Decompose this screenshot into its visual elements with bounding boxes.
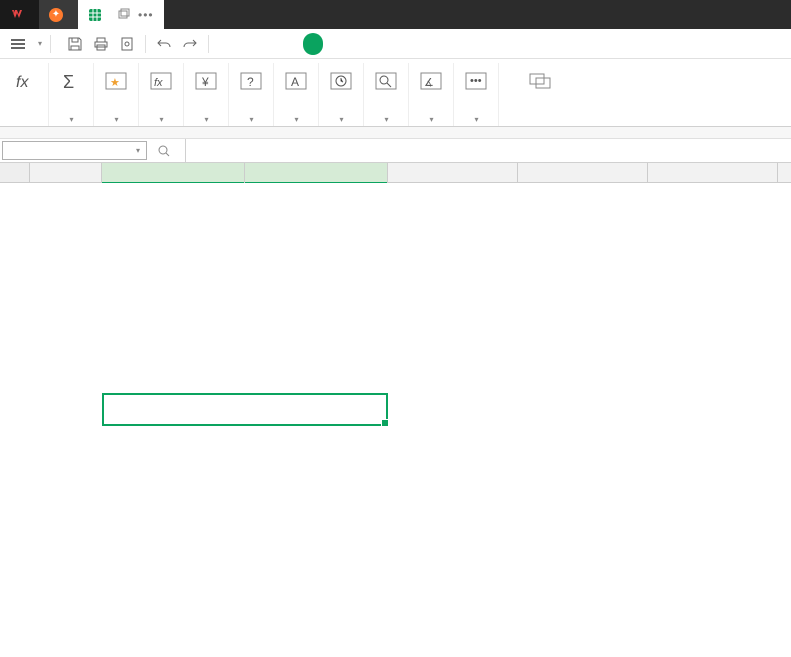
wps-logo-icon <box>10 8 24 22</box>
chevron-down-icon: ▾ <box>249 115 253 124</box>
formula-input[interactable] <box>185 139 791 162</box>
fx-box-icon: fx <box>147 65 175 97</box>
svg-text:Σ: Σ <box>63 72 74 92</box>
svg-text:∡: ∡ <box>424 77 434 89</box>
ribbon-name-manager[interactable] <box>519 63 563 126</box>
col-header-E[interactable] <box>518 163 648 182</box>
ribbon-other-fn[interactable]: ••• ▾ <box>454 63 499 126</box>
ribbon-text-fn[interactable]: A ▾ <box>274 63 319 126</box>
fx-icon: fx <box>12 65 40 97</box>
name-manager-icon <box>527 65 555 97</box>
chevron-down-icon: ▾ <box>114 115 118 124</box>
yen-icon: ¥ <box>192 65 220 97</box>
zoom-icon[interactable] <box>157 144 171 158</box>
tab-detach-icon[interactable] <box>118 8 130 22</box>
menu-bar: ▾ <box>0 29 791 59</box>
tab-extra[interactable] <box>443 29 467 59</box>
title-bar: ✦ ••• <box>0 0 791 29</box>
col-header-D[interactable] <box>388 163 518 182</box>
quick-access-toolbar <box>63 32 213 56</box>
new-tab-button[interactable] <box>164 0 204 29</box>
ribbon-finance-fn[interactable]: ¥ ▾ <box>184 63 229 126</box>
svg-text:¥: ¥ <box>201 75 209 89</box>
chevron-down-icon: ▾ <box>69 115 73 124</box>
col-header-A[interactable] <box>30 163 102 182</box>
svg-text:A: A <box>291 75 299 89</box>
question-icon: ? <box>237 65 265 97</box>
chevron-down-icon: ▾ <box>204 115 208 124</box>
redo-icon[interactable] <box>178 32 202 56</box>
chevron-down-icon: ▾ <box>474 115 478 124</box>
ribbon-tabs <box>231 29 467 59</box>
save-icon[interactable] <box>63 32 87 56</box>
ribbon-all-fn[interactable]: fx ▾ <box>139 63 184 126</box>
ribbon-lookup-fn[interactable]: ▾ <box>364 63 409 126</box>
tab-insert[interactable] <box>255 29 279 59</box>
tab-menu-icon[interactable]: ••• <box>138 8 154 22</box>
svg-text:★: ★ <box>110 77 120 89</box>
svg-text:?: ? <box>247 75 254 89</box>
tab-page-layout[interactable] <box>279 29 303 59</box>
tab-start[interactable] <box>231 29 255 59</box>
star-fx-icon: ★ <box>102 65 130 97</box>
selection-box <box>102 393 388 426</box>
undo-icon[interactable] <box>152 32 176 56</box>
ribbon-math-fn[interactable]: ∡ ▾ <box>409 63 454 126</box>
tab-ops: ••• <box>118 8 154 22</box>
chevron-down-icon: ▾ <box>384 115 388 124</box>
chevron-down-icon: ▾ <box>159 115 163 124</box>
clock-icon <box>327 65 355 97</box>
tab-wps[interactable] <box>0 0 39 29</box>
ribbon-logic-fn[interactable]: ? ▾ <box>229 63 274 126</box>
col-header-B[interactable] <box>102 163 245 182</box>
flame-icon: ✦ <box>49 8 63 22</box>
dots-icon: ••• <box>462 65 490 97</box>
ribbon-datetime-fn[interactable]: ▾ <box>319 63 364 126</box>
math-icon: ∡ <box>417 65 445 97</box>
name-box[interactable]: ▾ <box>2 141 147 160</box>
svg-text:fx: fx <box>16 74 29 91</box>
text-a-icon: A <box>282 65 310 97</box>
tab-review[interactable] <box>347 29 371 59</box>
print-preview-icon[interactable] <box>115 32 139 56</box>
ribbon-insert-function[interactable]: fx <box>4 63 49 126</box>
spreadsheet-icon <box>88 8 102 22</box>
col-header-C[interactable] <box>245 163 388 182</box>
ribbon-common-fn[interactable]: ★ ▾ <box>94 63 139 126</box>
chevron-down-icon: ▾ <box>294 115 298 124</box>
tab-formula[interactable] <box>303 33 323 55</box>
print-icon[interactable] <box>89 32 113 56</box>
tab-data[interactable] <box>323 29 347 59</box>
svg-text:fx: fx <box>154 77 163 89</box>
tab-document[interactable]: ••• <box>78 0 164 29</box>
select-all-corner[interactable] <box>0 163 30 182</box>
tab-view[interactable] <box>371 29 395 59</box>
chevron-down-icon: ▾ <box>339 115 343 124</box>
tab-devtools[interactable] <box>419 29 443 59</box>
sigma-icon: Σ <box>57 65 85 97</box>
formula-bar: ▾ <box>0 139 791 163</box>
chevron-down-icon[interactable]: ▾ <box>136 146 140 155</box>
ribbon: fx Σ ▾ ★ ▾ fx ▾ ¥ ▾ ? ▾ A ▾ ▾ ▾ ∡ ▾ ••• … <box>0 59 791 127</box>
file-menu[interactable]: ▾ <box>32 39 46 48</box>
column-headers <box>0 163 791 183</box>
col-header-F[interactable] <box>648 163 778 182</box>
tab-docker[interactable]: ✦ <box>39 0 78 29</box>
svg-text:•••: ••• <box>470 75 482 87</box>
chevron-down-icon: ▾ <box>429 115 433 124</box>
spreadsheet-grid[interactable] <box>0 163 791 183</box>
tab-security[interactable] <box>395 29 419 59</box>
ribbon-autosum[interactable]: Σ ▾ <box>49 63 94 126</box>
chevron-down-icon: ▾ <box>38 39 42 48</box>
hamburger-icon[interactable] <box>4 39 32 49</box>
search-icon <box>372 65 400 97</box>
